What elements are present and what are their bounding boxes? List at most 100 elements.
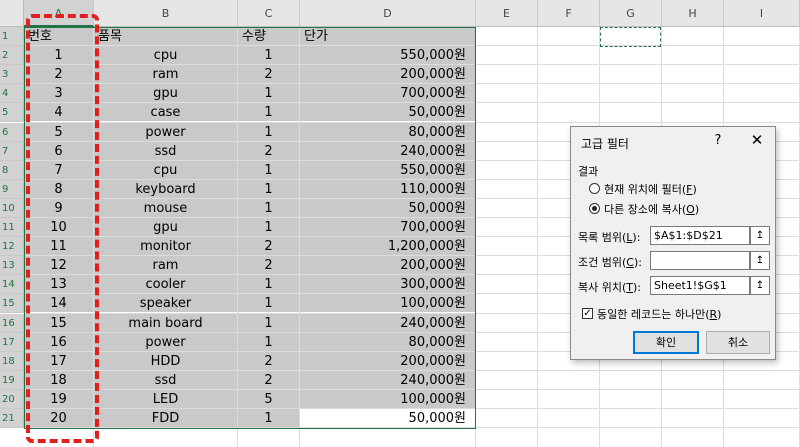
cell-price[interactable]: 200,000원 [300, 351, 475, 370]
cell-qty[interactable]: 1 [238, 160, 299, 179]
cell-item[interactable]: HDD [94, 351, 237, 370]
cell-item[interactable]: gpu [94, 218, 237, 237]
cell-qty[interactable]: 1 [238, 218, 299, 237]
cell-price[interactable]: 240,000원 [300, 370, 475, 389]
header-cell-qty[interactable]: 수량 [238, 27, 299, 46]
radio-copy-to[interactable] [589, 203, 600, 214]
radio-filter-in-place[interactable] [589, 183, 600, 194]
cell-price[interactable]: 50,000원 [300, 198, 475, 217]
row-header-15[interactable]: 15 [0, 294, 24, 314]
column-header-g[interactable]: G [600, 0, 662, 27]
cell-price[interactable]: 50,000원 [300, 409, 475, 427]
cell-item[interactable]: cooler [94, 275, 237, 294]
cell-item[interactable]: keyboard [94, 179, 237, 198]
copy-to-collapse-icon[interactable]: ↥ [750, 276, 770, 295]
row-header-3[interactable]: 3 [0, 65, 24, 85]
cell-price[interactable]: 200,000원 [300, 65, 475, 84]
row-header-8[interactable]: 8 [0, 160, 24, 180]
column-header-d[interactable]: D [300, 0, 476, 27]
cell-item[interactable]: FDD [94, 409, 237, 428]
cell-item[interactable]: ram [94, 65, 237, 84]
row-header-12[interactable]: 12 [0, 237, 24, 257]
unique-records-label[interactable]: 동일한 레코드는 하나만(R) [597, 306, 721, 322]
column-header-f[interactable]: F [538, 0, 600, 27]
row-header-1[interactable]: 1 [0, 27, 24, 47]
help-icon[interactable]: ? [711, 133, 725, 148]
row-header-16[interactable]: 16 [0, 313, 24, 333]
cell-item[interactable]: cpu [94, 46, 237, 65]
cell-price[interactable]: 80,000원 [300, 122, 475, 141]
cell-item[interactable]: power [94, 122, 237, 141]
cell-price[interactable]: 240,000원 [300, 313, 475, 332]
row-header-9[interactable]: 9 [0, 179, 24, 199]
header-cell-price[interactable]: 단가 [300, 27, 475, 46]
cell-qty[interactable]: 1 [238, 179, 299, 198]
copy-to-field[interactable]: Sheet1!$G$1 [650, 276, 750, 295]
cell-qty[interactable]: 1 [238, 294, 299, 313]
criteria-range-collapse-icon[interactable]: ↥ [750, 251, 770, 270]
ok-button[interactable]: 확인 [633, 331, 699, 354]
header-cell-item[interactable]: 품목 [94, 27, 237, 46]
cell-item[interactable]: mouse [94, 198, 237, 217]
cell-price[interactable]: 550,000원 [300, 46, 475, 65]
cell-price[interactable]: 100,000원 [300, 294, 475, 313]
cell-qty[interactable]: 2 [238, 256, 299, 275]
row-header-14[interactable]: 14 [0, 275, 24, 295]
cell-qty[interactable]: 2 [238, 370, 299, 389]
cell-price[interactable]: 240,000원 [300, 141, 475, 160]
cell-qty[interactable]: 1 [238, 275, 299, 294]
radio-filter-in-place-label[interactable]: 현재 위치에 필터(F) [604, 181, 697, 197]
row-header-7[interactable]: 7 [0, 141, 24, 161]
row-header-21[interactable]: 21 [0, 409, 24, 429]
row-header-2[interactable]: 2 [0, 46, 24, 66]
row-header-19[interactable]: 19 [0, 370, 24, 390]
cell-qty[interactable]: 2 [238, 237, 299, 256]
list-range-field[interactable]: $A$1:$D$21 [650, 226, 750, 245]
close-icon[interactable]: ✕ [749, 131, 765, 149]
cell-price[interactable]: 300,000원 [300, 275, 475, 294]
cell-qty[interactable]: 1 [238, 409, 299, 428]
row-header-10[interactable]: 10 [0, 198, 24, 218]
cell-qty[interactable]: 1 [238, 103, 299, 122]
cell-item[interactable]: main board [94, 313, 237, 332]
column-header-b[interactable]: B [94, 0, 238, 27]
list-range-collapse-icon[interactable]: ↥ [750, 226, 770, 245]
cell-qty[interactable]: 1 [238, 198, 299, 217]
cell-price[interactable]: 700,000원 [300, 84, 475, 103]
cell-price[interactable]: 100,000원 [300, 389, 475, 408]
cell-item[interactable]: case [94, 103, 237, 122]
row-header-18[interactable]: 18 [0, 351, 24, 371]
cell-qty[interactable]: 2 [238, 65, 299, 84]
row-header-4[interactable]: 4 [0, 84, 24, 104]
cell-qty[interactable]: 2 [238, 141, 299, 160]
cell-qty[interactable]: 5 [238, 389, 299, 408]
cell-price[interactable]: 200,000원 [300, 256, 475, 275]
column-header-e[interactable]: E [476, 0, 538, 27]
cell-item[interactable]: ssd [94, 370, 237, 389]
cell-item[interactable]: LED [94, 389, 237, 408]
cancel-button[interactable]: 취소 [706, 331, 770, 354]
cell-item[interactable]: speaker [94, 294, 237, 313]
cell-qty[interactable]: 1 [238, 122, 299, 141]
row-header-20[interactable]: 20 [0, 389, 24, 409]
column-header-h[interactable]: H [662, 0, 724, 27]
cell-price[interactable]: 50,000원 [300, 103, 475, 122]
select-all-corner[interactable] [0, 0, 24, 27]
cell-price[interactable]: 110,000원 [300, 179, 475, 198]
cell-price[interactable]: 80,000원 [300, 332, 475, 351]
cell-qty[interactable]: 1 [238, 46, 299, 65]
radio-copy-to-label[interactable]: 다른 장소에 복사(O) [604, 201, 699, 217]
row-header-5[interactable]: 5 [0, 103, 24, 123]
row-header-6[interactable]: 6 [0, 122, 24, 142]
cell-item[interactable]: gpu [94, 84, 237, 103]
cell-price[interactable]: 550,000원 [300, 160, 475, 179]
cell-price[interactable]: 1,200,000원 [300, 237, 475, 256]
column-header-i[interactable]: I [724, 0, 800, 27]
cell-item[interactable]: monitor [94, 237, 237, 256]
cell-qty[interactable]: 1 [238, 313, 299, 332]
row-header-11[interactable]: 11 [0, 218, 24, 238]
unique-records-checkbox[interactable]: ✓ [582, 308, 593, 319]
cell-price[interactable]: 700,000원 [300, 218, 475, 237]
cell-item[interactable]: ssd [94, 141, 237, 160]
cell-qty[interactable]: 1 [238, 84, 299, 103]
